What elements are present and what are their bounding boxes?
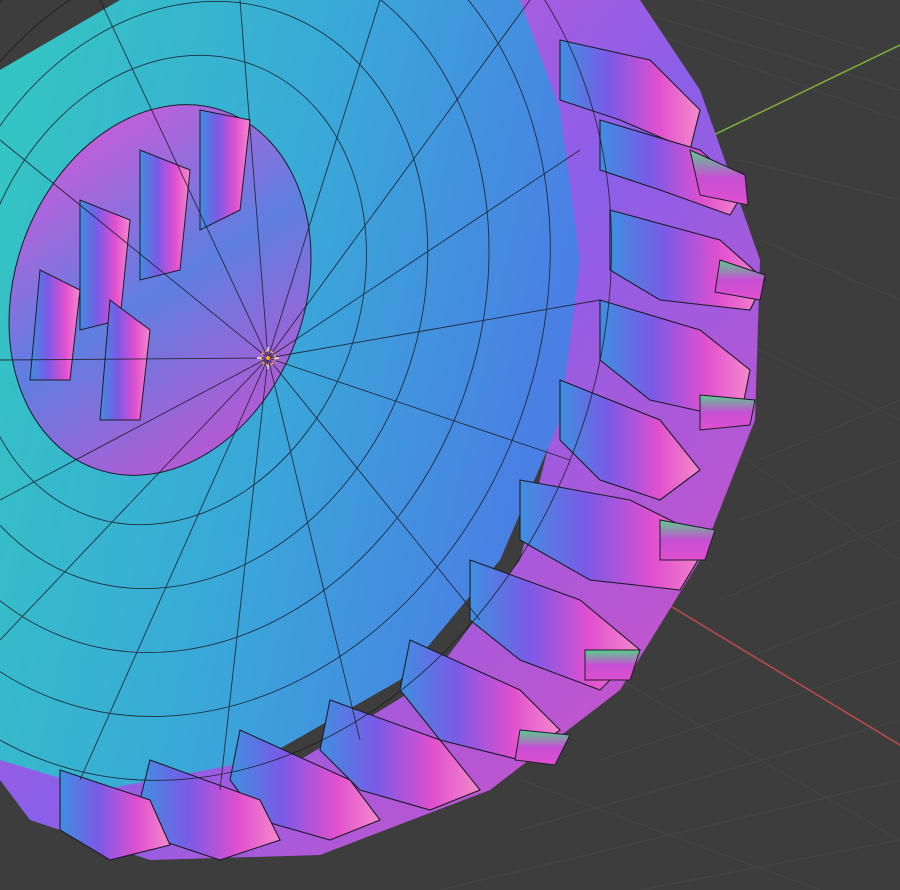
viewport-scene[interactable] — [0, 0, 900, 890]
tire-mesh[interactable] — [0, 0, 766, 890]
3d-viewport[interactable] — [0, 0, 900, 890]
